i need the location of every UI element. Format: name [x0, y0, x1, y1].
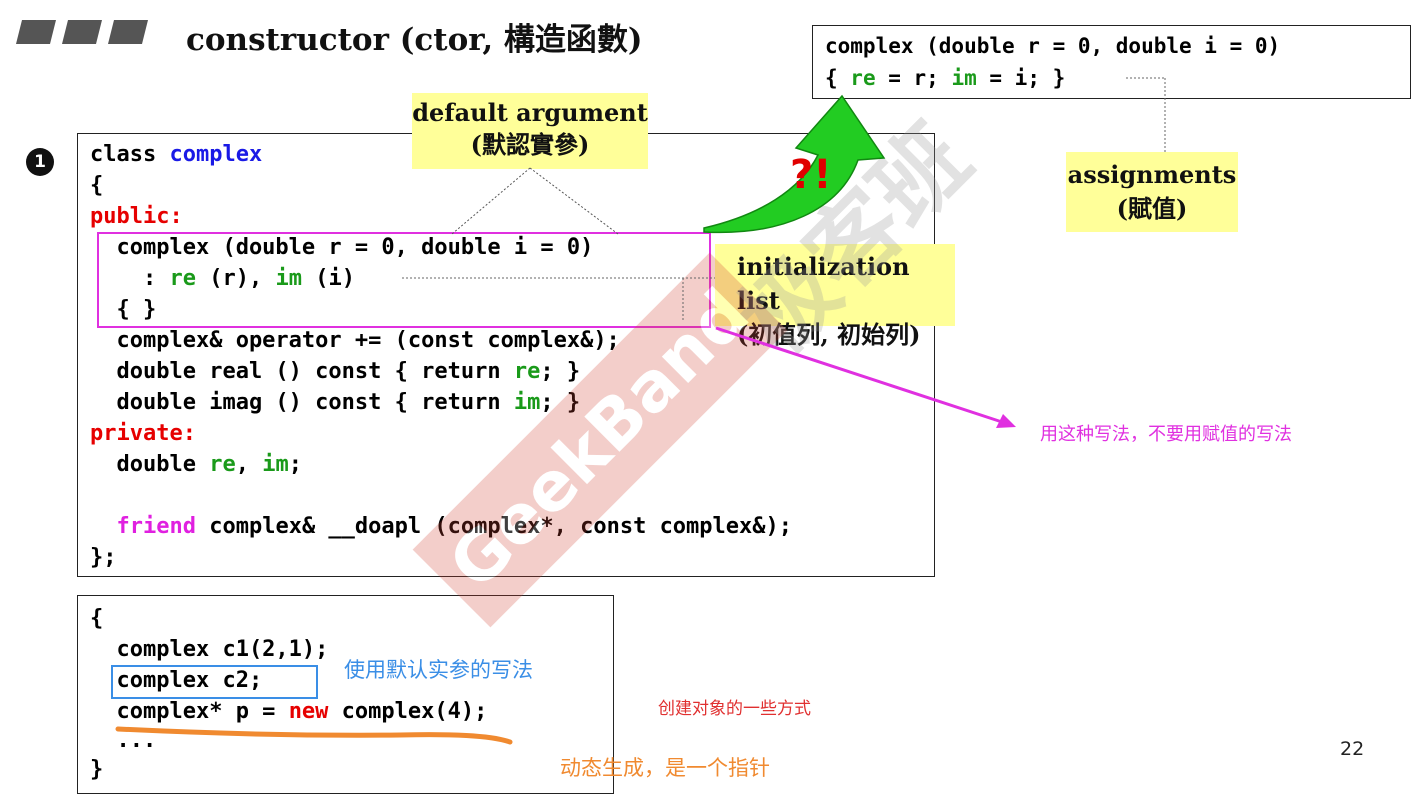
assignments-callout: assignments (賦值)	[1066, 152, 1238, 232]
usage-line-4: complex* p = new complex(4);	[90, 699, 487, 724]
code-token: = i; }	[976, 66, 1066, 90]
code-token: friend	[116, 514, 196, 539]
code-token: re	[209, 452, 236, 477]
code-token: double imag () const { return	[90, 390, 514, 415]
code-line-11: double re, im;	[90, 452, 302, 477]
code-token: ; }	[540, 390, 581, 415]
code-token: complex* p =	[90, 699, 289, 724]
note-use-init-list: 用这种写法，不要用赋值的写法	[1040, 424, 1292, 445]
assignment-ctor-box: complex (double r = 0, double i = 0) { r…	[812, 25, 1411, 99]
code-line-3: public:	[90, 204, 183, 229]
ctor-highlight-box	[97, 232, 711, 328]
code-token: ,	[235, 452, 263, 477]
usage-line-2: complex c1(2,1);	[90, 637, 329, 662]
code-token: double real () const { return	[90, 359, 514, 384]
assignment-ctor-line1: complex (double r = 0, double i = 0)	[825, 34, 1281, 58]
code-line-2: {	[90, 173, 104, 198]
code-token: complex(4);	[328, 699, 488, 724]
default-argument-callout: default argument (默認實參)	[412, 93, 648, 169]
code-line-13: };	[90, 545, 117, 570]
code-token: class	[90, 142, 170, 167]
code-line-7: complex& operator += (const complex&);	[90, 328, 620, 353]
code-token: new	[288, 699, 329, 724]
code-token: im	[513, 390, 541, 415]
code-line-1: class complex	[90, 142, 262, 167]
initialization-list-label: initialization list	[737, 252, 910, 315]
class-code-box: class complex { public: complex (double …	[77, 133, 935, 577]
note-default-arg-style: 使用默认实参的写法	[344, 658, 533, 682]
assignment-ctor-line2: { re = r; im = i; }	[825, 66, 1065, 90]
initialization-list-callout: initialization list (初值列, 初始列)	[715, 244, 955, 349]
initialization-list-cn-label: (初值列, 初始列)	[737, 320, 921, 349]
code-token: = r;	[875, 66, 952, 90]
code-line-9: double imag () const { return im; }	[90, 390, 580, 415]
code-token: re	[850, 66, 876, 90]
bullet-number-label: 1	[34, 152, 46, 172]
code-token: ; }	[540, 359, 581, 384]
stripes-icon	[16, 20, 148, 44]
code-token: complex	[169, 142, 263, 167]
bullet-number: 1	[26, 148, 54, 176]
assignments-cn-label: (賦值)	[1116, 194, 1188, 223]
default-argument-label: default argument	[412, 98, 648, 127]
code-token: {	[825, 66, 851, 90]
code-token: complex& __doapl (complex*, const comple…	[195, 514, 793, 539]
code-token: im	[262, 452, 289, 477]
code-token: double	[90, 452, 210, 477]
usage-line-5: ...	[90, 728, 157, 753]
default-argument-cn-label: (默認實參)	[470, 130, 590, 159]
page-number: 22	[1340, 738, 1365, 760]
code-line-12: friend complex& __doapl (complex*, const…	[90, 514, 793, 539]
title-decoration	[14, 18, 154, 46]
page-title: constructor (ctor, 構造函數)	[186, 22, 643, 58]
note-dynamic-pointer: 动态生成，是一个指针	[560, 756, 770, 780]
code-line-8: double real () const { return re; }	[90, 359, 580, 384]
code-token: im	[951, 66, 977, 90]
code-token: re	[513, 359, 541, 384]
default-arg-highlight-box	[111, 665, 318, 699]
usage-line-6: }	[90, 757, 104, 782]
code-line-10: private:	[90, 421, 196, 446]
assignments-label: assignments	[1067, 160, 1237, 189]
code-token: ;	[288, 452, 302, 477]
usage-line-1: {	[90, 606, 104, 631]
note-ways-to-create: 创建对象的一些方式	[658, 699, 811, 719]
